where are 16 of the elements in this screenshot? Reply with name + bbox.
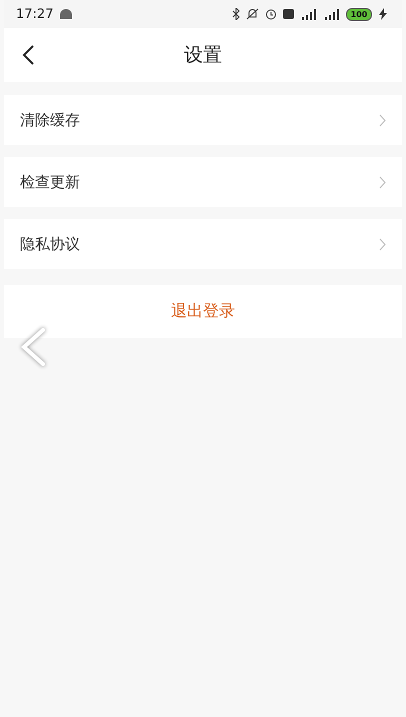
- bluetooth-icon: [232, 8, 240, 20]
- settings-item[interactable]: 检查更新: [4, 157, 402, 207]
- settings-item[interactable]: 隐私协议: [4, 219, 402, 269]
- back-icon[interactable]: [22, 45, 34, 65]
- chevron-right-icon: [379, 114, 386, 126]
- settings-item[interactable]: 清除缓存: [4, 95, 402, 145]
- battery-level: 100: [346, 8, 372, 20]
- page-title: 设置: [184, 43, 222, 68]
- clock-time: 17:27: [16, 6, 54, 22]
- alarm-icon: [265, 8, 277, 20]
- signal-icon: [324, 8, 340, 20]
- chevron-right-icon: [379, 176, 386, 188]
- chevron-right-icon: [379, 238, 386, 250]
- charging-icon: [378, 8, 388, 20]
- logout-button[interactable]: 退出登录: [4, 285, 402, 338]
- signal-icon: [300, 8, 318, 20]
